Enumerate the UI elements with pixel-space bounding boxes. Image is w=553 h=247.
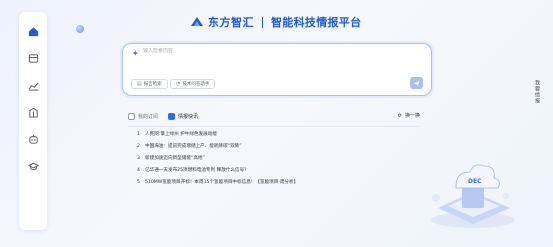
brand-logo-icon bbox=[191, 17, 203, 26]
brand-divider bbox=[262, 16, 263, 28]
item-number: 2 bbox=[137, 144, 140, 149]
send-icon bbox=[413, 80, 420, 86]
dec-label: DEC bbox=[468, 178, 482, 185]
search-input[interactable] bbox=[143, 48, 413, 54]
news-panel: 我的订阅 情报快讯 ⟳ 换一换 1 人民网:掌上绿州 护牛绿色发展动能 2 中国海油… bbox=[128, 110, 428, 190]
tech-qa-chip[interactable]: ◔ 技术问答助手 bbox=[170, 79, 216, 89]
brand-slogan: 智能科技情报平台 bbox=[271, 16, 362, 29]
home-icon[interactable] bbox=[25, 23, 41, 39]
news-tabs: 我的订阅 情报快讯 bbox=[128, 110, 428, 122]
sidebar bbox=[19, 12, 47, 230]
news-title: 510MW氢能项目开标！本周15个氢能项目中标信息！【氢能项目·周分析】 bbox=[145, 180, 299, 185]
graduation-cap-icon[interactable] bbox=[25, 158, 41, 174]
building-icon[interactable] bbox=[25, 104, 41, 120]
tab-subscribe-label: 我的订阅 bbox=[138, 113, 159, 120]
item-number: 5 bbox=[137, 180, 140, 185]
chat-icon: ◔ bbox=[176, 81, 181, 87]
sparkle-icon: ✦ bbox=[132, 49, 139, 58]
refresh-label: 换一换 bbox=[404, 113, 420, 119]
bookmark-icon bbox=[128, 112, 135, 120]
item-number: 1 bbox=[137, 132, 140, 137]
search-box: ✦ ▤ 报告检索 ◔ 技术问答助手 bbox=[122, 43, 432, 96]
news-title: 人民网:掌上绿州 护牛绿色发展动能 bbox=[145, 132, 217, 137]
database-icon[interactable] bbox=[25, 50, 41, 66]
refresh-button[interactable]: ⟳ 换一换 bbox=[397, 112, 420, 120]
brand-header: 东方智汇 智能科技情报平台 bbox=[190, 14, 361, 30]
divider bbox=[128, 126, 420, 127]
decorative-orb bbox=[76, 25, 84, 33]
report-search-label: 报告检索 bbox=[143, 82, 162, 87]
brand-name: 东方智汇 bbox=[208, 16, 254, 29]
robot-icon[interactable] bbox=[25, 131, 41, 147]
tab-hot-news-label: 情报快讯 bbox=[178, 113, 199, 120]
tech-qa-label: 技术问答助手 bbox=[182, 82, 210, 87]
news-list: 1 人民网:掌上绿州 护牛绿色发展动能 2 中国海油：提前完成增储上产、能耗降碳“双… bbox=[137, 129, 298, 189]
document-icon: ▤ bbox=[137, 81, 142, 87]
tab-subscribe[interactable]: 我的订阅 bbox=[128, 112, 159, 120]
list-item[interactable]: 1 人民网:掌上绿州 护牛绿色发展动能 bbox=[137, 129, 298, 141]
list-item[interactable]: 3 新建加速迈向新型储能“高地” bbox=[137, 153, 298, 165]
news-icon bbox=[168, 112, 176, 120]
dec-cloud-illustration: DEC bbox=[431, 164, 515, 228]
item-number: 3 bbox=[137, 156, 140, 161]
send-button[interactable] bbox=[410, 77, 423, 89]
news-title: 中国海油：提前完成增储上产、能耗降碳“双降” bbox=[145, 144, 242, 149]
request-intel-tab[interactable]: 我要情报 bbox=[531, 80, 541, 104]
list-item[interactable]: 5 510MW氢能项目开标！本周15个氢能项目中标信息！【氢能项目·周分析】 bbox=[137, 177, 298, 189]
list-item[interactable]: 4 亿华通一天发布25项燃料电池专利 释放什么信号? bbox=[137, 165, 298, 177]
tab-hot-news[interactable]: 情报快讯 bbox=[168, 112, 199, 120]
report-search-chip[interactable]: ▤ 报告检索 bbox=[131, 79, 168, 89]
item-number: 4 bbox=[137, 168, 140, 173]
list-item[interactable]: 2 中国海油：提前完成增储上产、能耗降碳“双降” bbox=[137, 141, 298, 153]
chart-icon[interactable] bbox=[25, 77, 41, 93]
refresh-icon: ⟳ bbox=[397, 112, 402, 119]
news-title: 亿华通一天发布25项燃料电池专利 释放什么信号? bbox=[145, 168, 247, 173]
news-title: 新建加速迈向新型储能“高地” bbox=[145, 156, 205, 161]
